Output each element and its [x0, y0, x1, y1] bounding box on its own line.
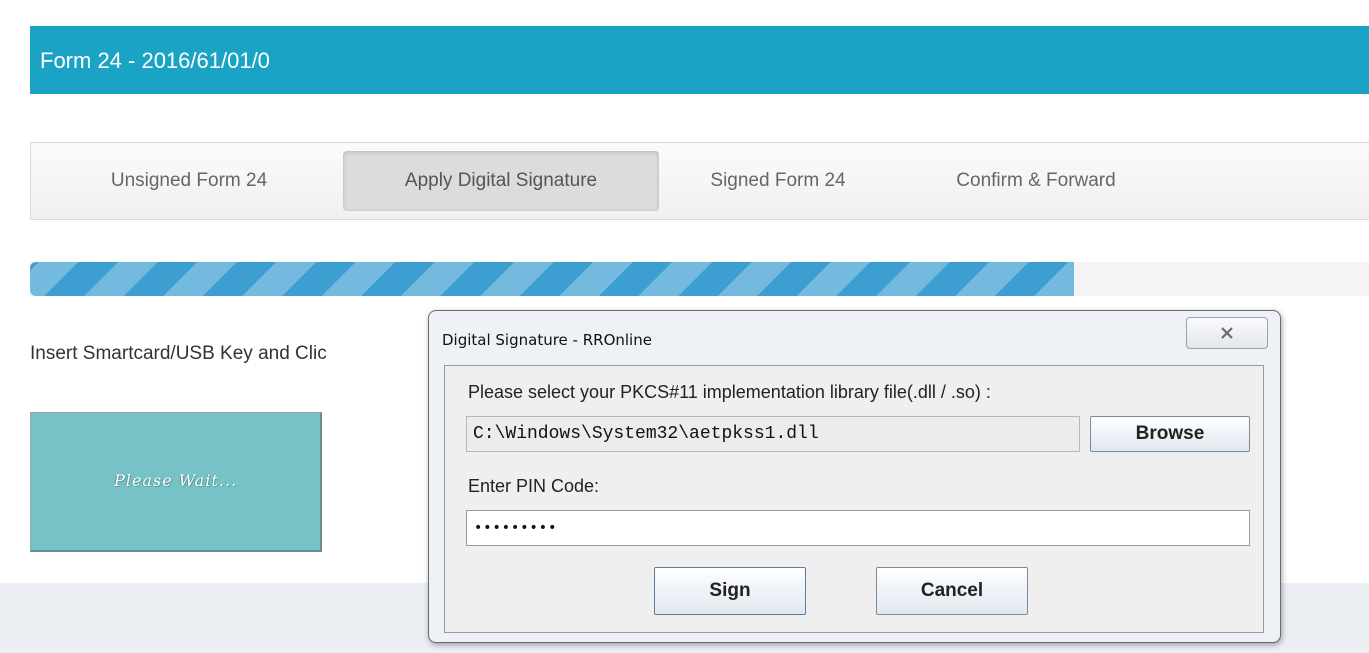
library-path-field[interactable]: C:\Windows\System32\aetpkss1.dll: [466, 416, 1080, 452]
tab-apply-digital-signature[interactable]: Apply Digital Signature: [343, 151, 659, 211]
pin-input[interactable]: •••••••••: [466, 510, 1250, 546]
please-wait-button[interactable]: Please Wait...: [30, 412, 322, 552]
digital-signature-dialog: Digital Signature - RROnline Please sele…: [428, 310, 1281, 643]
instruction-text: Insert Smartcard/USB Key and Clic: [30, 343, 327, 364]
browse-button[interactable]: Browse: [1090, 416, 1250, 452]
dialog-title: Digital Signature - RROnline: [442, 331, 652, 349]
progress-bar-fill: [30, 262, 1075, 296]
pin-label: Enter PIN Code:: [468, 476, 600, 496]
page-header: Form 24 - 2016/61/01/0: [30, 26, 1369, 94]
progress-bar: [30, 262, 1369, 296]
page-title: Form 24 - 2016/61/01/0: [40, 48, 270, 73]
library-prompt: Please select your PKCS#11 implementatio…: [468, 382, 991, 402]
cancel-button[interactable]: Cancel: [876, 567, 1028, 615]
close-button[interactable]: [1186, 317, 1268, 349]
sign-button[interactable]: Sign: [654, 567, 806, 615]
dialog-body: Please select your PKCS#11 implementatio…: [444, 365, 1264, 633]
close-x-icon: [1221, 326, 1233, 339]
tab-signed-form-24[interactable]: Signed Form 24: [683, 151, 873, 211]
tab-confirm-forward[interactable]: Confirm & Forward: [921, 151, 1151, 211]
wizard-steps: Unsigned Form 24 Apply Digital Signature…: [30, 142, 1369, 220]
please-wait-label: Please Wait...: [113, 471, 238, 490]
tab-unsigned-form-24[interactable]: Unsigned Form 24: [79, 151, 299, 211]
